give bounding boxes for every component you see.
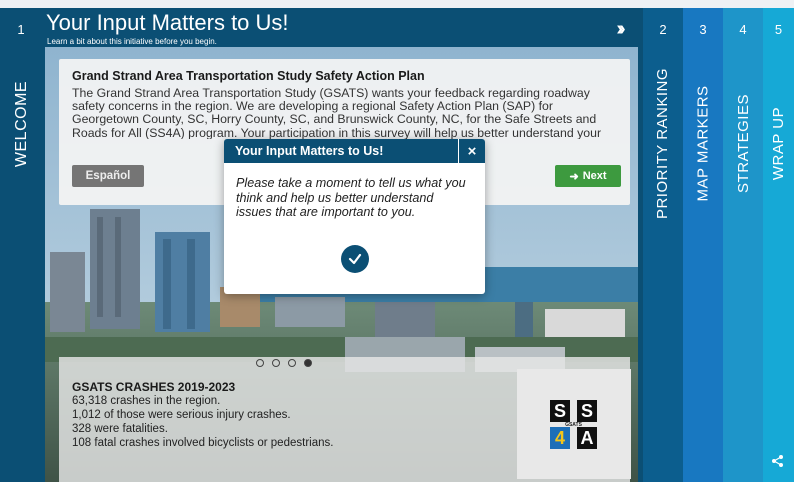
tab-number: 4 [739, 22, 747, 37]
logo-letter: S [577, 400, 597, 422]
tab-label: STRATEGIES [734, 93, 752, 193]
intro-heading: Grand Strand Area Transportation Study S… [72, 69, 425, 83]
intro-body: The Grand Strand Area Transportation Stu… [72, 87, 602, 139]
logo-letter: S [550, 400, 570, 422]
tab-number: 5 [774, 22, 783, 37]
stats-card: GSATS CRASHES 2019-2023 63,318 crashes i… [59, 357, 631, 482]
arrow-right-icon: ➜ [569, 170, 579, 183]
carousel-dots [256, 359, 312, 367]
page-title: Your Input Matters to Us! [46, 10, 289, 35]
tab-label: PRIORITY RANKING [654, 67, 672, 219]
intro-modal: Your Input Matters to Us! × Please take … [224, 139, 485, 294]
stats-line: 1,012 of those were serious injury crash… [72, 409, 291, 421]
logo-letter: A [577, 427, 597, 449]
stats-title: GSATS CRASHES 2019-2023 [72, 380, 236, 394]
stats-line: 328 were fatalities. [72, 423, 168, 435]
stats-line: 108 fatal crashes involved bicyclists or… [72, 437, 334, 449]
double-chevron-right-icon[interactable]: ›› [604, 16, 634, 42]
close-icon[interactable]: × [458, 139, 485, 163]
ss4a-logo: S S 4 A GSATS [517, 369, 631, 479]
carousel-dot[interactable] [288, 359, 296, 367]
share-icon[interactable] [771, 454, 785, 468]
stats-line: 63,318 crashes in the region. [72, 395, 221, 407]
next-button[interactable]: ➜ Next [555, 165, 621, 187]
page-subtitle: Learn a bit about this initiative before… [47, 37, 217, 46]
tab-wrap-up[interactable]: 5 WRAP UP [763, 8, 794, 482]
tab-label: WRAP UP [770, 106, 788, 180]
next-button-label: Next [582, 170, 607, 182]
carousel-dot-active[interactable] [304, 359, 312, 367]
tab-label: MAP MARKERS [694, 84, 712, 202]
checkmark-icon[interactable] [341, 245, 369, 273]
carousel-dot[interactable] [256, 359, 264, 367]
tab-number: 3 [699, 22, 707, 37]
tab-number: 2 [659, 22, 667, 37]
logo-letter: 4 [550, 427, 570, 449]
tab-priority-ranking[interactable]: 2 PRIORITY RANKING [643, 8, 683, 482]
logo-center-text: GSATS [565, 422, 582, 428]
modal-title: Your Input Matters to Us! [235, 144, 384, 158]
tab-map-markers[interactable]: 3 MAP MARKERS [683, 8, 723, 482]
modal-header: Your Input Matters to Us! × [224, 139, 485, 163]
tab-strategies[interactable]: 4 STRATEGIES [723, 8, 763, 482]
tab-welcome[interactable]: WELCOME [6, 64, 38, 184]
tab-welcome-label: WELCOME [13, 80, 31, 168]
carousel-dot[interactable] [272, 359, 280, 367]
modal-body: Please take a moment to tell us what you… [236, 176, 466, 220]
step-number: 1 [17, 22, 25, 37]
spanish-button[interactable]: Español [72, 165, 144, 187]
